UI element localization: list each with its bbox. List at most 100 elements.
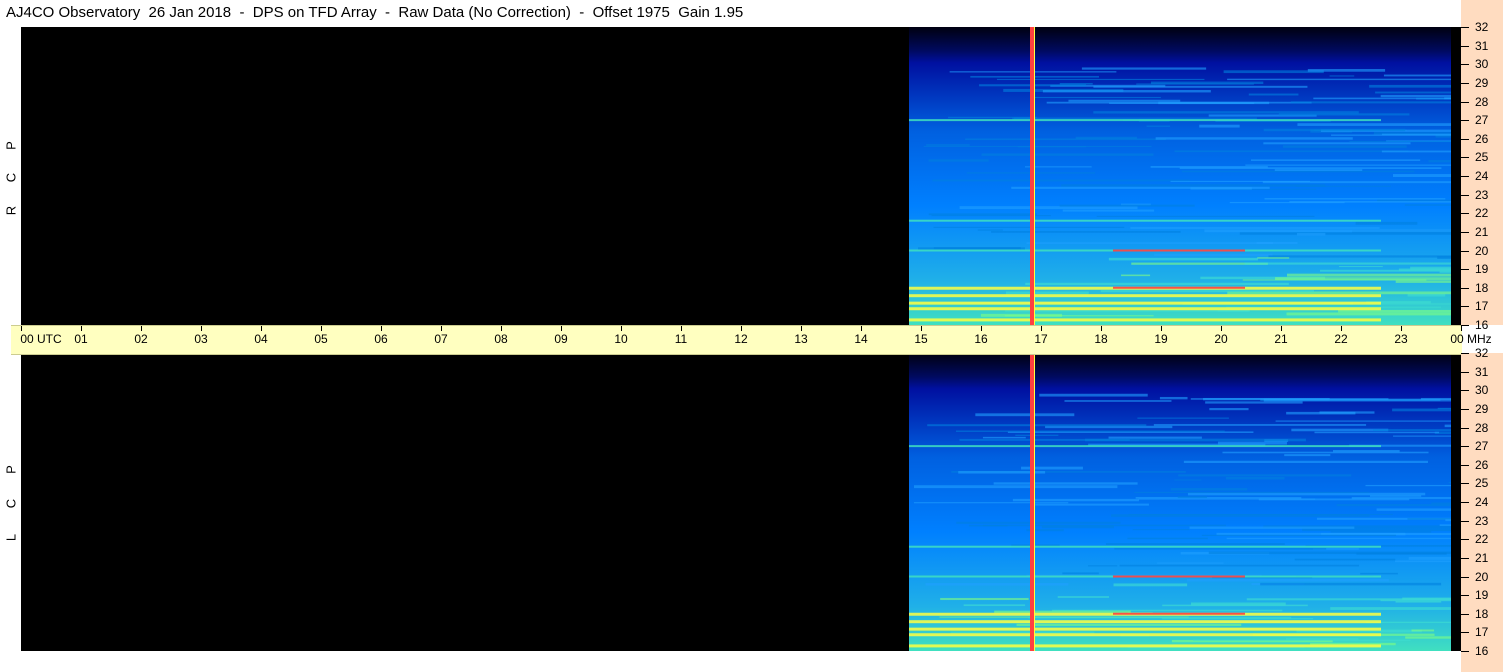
noise-streak (955, 430, 1225, 432)
noise-streak (1307, 68, 1386, 72)
time-tick-label: 01 (74, 332, 88, 346)
noise-streak (1295, 185, 1391, 187)
noise-streak (1035, 503, 1149, 506)
noise-streak (1439, 524, 1451, 526)
noise-streak (1025, 282, 1289, 286)
freq-tick-mark (1461, 120, 1469, 122)
interference-line (1030, 353, 1034, 651)
noise-streak (1183, 460, 1428, 464)
freq-tick-label: 19 (1475, 588, 1489, 603)
noise-streak (1096, 215, 1315, 217)
noise-streak (1192, 639, 1411, 641)
freq-tick-label: 24 (1475, 495, 1489, 509)
freq-tick-label: 17 (1475, 625, 1489, 640)
freq-tick-label: 22 (1475, 206, 1489, 221)
rcp-spectrogram-svg (909, 27, 1451, 325)
freq-tick-mark (1461, 502, 1469, 503)
noise-streak (1205, 401, 1303, 404)
noise-streak (1134, 491, 1370, 494)
noise-streak (1260, 582, 1442, 586)
noise-streak (1383, 74, 1451, 77)
noise-streak (1189, 526, 1355, 529)
noise-streak (982, 524, 1226, 527)
noise-streak (1158, 101, 1270, 105)
freq-tick-label: 22 (1475, 532, 1489, 547)
freq-tick-mark (1461, 371, 1469, 373)
freq-tick-label: 19 (1475, 262, 1489, 277)
time-tick-mark (741, 326, 742, 331)
noise-streak (1159, 396, 1188, 400)
noise-streak (1011, 186, 1270, 189)
noise-streak (932, 179, 1190, 182)
noise-streak (1178, 474, 1352, 477)
freq-tick-mark (1461, 651, 1469, 652)
noise-streak (1026, 242, 1274, 244)
freq-tick-mark (1461, 231, 1469, 233)
noise-streak (1329, 75, 1355, 77)
noise-streak (1015, 434, 1059, 436)
freq-tick-mark (1461, 157, 1469, 159)
noise-streak (993, 482, 1138, 485)
noise-streak (927, 424, 1147, 427)
rcp-spectrogram (21, 27, 1461, 325)
noise-streak (1319, 269, 1451, 272)
noise-streak (1395, 280, 1451, 283)
freq-tick-mark (1461, 138, 1469, 140)
time-axis: 00 UTC 01 02 03 04 05 06 07 08 09 10 11 12 13 14 15 16 17… (11, 325, 1492, 355)
noise-streak (1105, 543, 1285, 545)
freq-tick-mark (1461, 64, 1469, 66)
noise-streak (1284, 454, 1331, 457)
emission-band (909, 307, 1381, 311)
emission-band (909, 301, 1381, 305)
noise-streak (996, 78, 1205, 81)
noise-streak (1448, 481, 1451, 484)
freq-tick-mark (1461, 269, 1469, 271)
time-tick-label: 19 (1154, 332, 1168, 346)
freq-tick-mark (1461, 194, 1469, 196)
noise-streak (1393, 435, 1451, 437)
time-tick-mark (441, 326, 442, 331)
time-tick-label: 21 (1274, 332, 1288, 346)
noise-streak (1297, 123, 1451, 126)
noise-streak (1314, 431, 1440, 434)
freq-tick-mark (1461, 557, 1469, 559)
noise-streak (1157, 562, 1224, 564)
noise-streak (1203, 397, 1330, 401)
time-tick-mark (501, 326, 502, 331)
noise-streak (1360, 572, 1398, 575)
lcp-letter-c: C (3, 498, 19, 509)
emission-band-core (1113, 575, 1245, 578)
emission-band (909, 545, 1381, 548)
freq-tick-label: 28 (1475, 420, 1489, 435)
emission-band (909, 294, 1381, 298)
noise-streak (991, 230, 1181, 233)
noise-streak (1313, 97, 1451, 100)
time-tick-label: 08 (494, 332, 508, 346)
noise-streak (1286, 411, 1356, 415)
time-tick-mark (261, 326, 262, 331)
emission-band (909, 620, 1381, 624)
emission-band (909, 318, 1381, 322)
noise-streak (1268, 255, 1451, 258)
noise-streak (1132, 529, 1190, 531)
freq-tick-label: 27 (1475, 439, 1489, 454)
noise-streak (1275, 277, 1451, 281)
noise-streak (940, 597, 1029, 601)
time-tick-mark (801, 326, 802, 331)
noise-streak (1064, 400, 1172, 402)
time-tick-label: 23 (1394, 332, 1408, 346)
freq-tick-mark (1461, 595, 1469, 597)
lcp-frequency-axis: 16 17 18 19 20 21 22 23 24 25 26 27 28 29 30 31 32 (1461, 346, 1503, 672)
noise-streak (994, 610, 1131, 613)
rcp-letter-r: R (3, 205, 19, 216)
time-tick-label: 00 MHz (1450, 332, 1492, 346)
freq-tick-mark (1461, 101, 1469, 103)
noise-streak (1100, 290, 1315, 293)
noise-streak (1128, 513, 1393, 516)
freq-tick-label: 20 (1475, 569, 1489, 584)
time-tick-mark (201, 326, 202, 331)
time-tick-mark (621, 326, 622, 331)
noise-streak (913, 485, 1118, 489)
lcp-spectrogram (21, 353, 1461, 651)
noise-streak (1365, 484, 1451, 487)
